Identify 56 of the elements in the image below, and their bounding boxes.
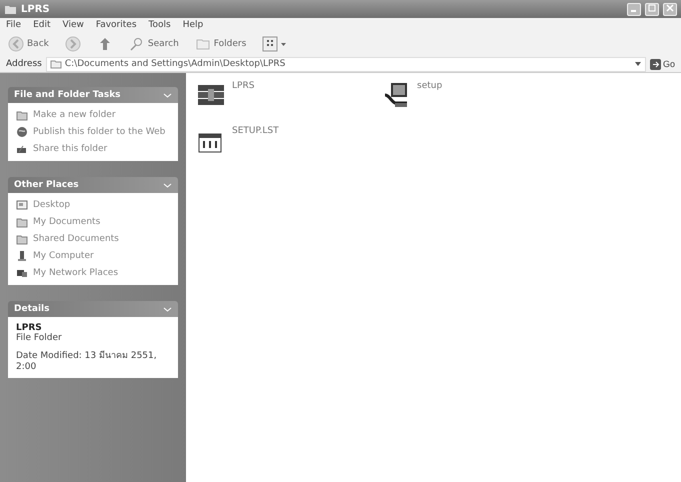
menu-item[interactable]: Edit	[33, 20, 50, 30]
file-name[interactable]: LPRS	[232, 81, 254, 91]
folders-button[interactable]: Folders	[194, 36, 246, 52]
menu-item[interactable]: Favorites	[96, 20, 137, 30]
minimize-button[interactable]	[627, 2, 641, 16]
panel-header[interactable]: Other Places	[8, 177, 178, 193]
go-button[interactable]: Go	[650, 58, 675, 70]
views-button[interactable]	[262, 36, 286, 52]
detail-type: File Folder	[16, 333, 63, 343]
task-link[interactable]: Publish this folder to the Web	[33, 126, 166, 137]
collapse-icon	[163, 90, 172, 100]
back-icon	[8, 36, 24, 52]
maximize-icon	[648, 4, 656, 12]
task-link[interactable]: Shared Documents	[33, 233, 119, 244]
task-link[interactable]: Share this folder	[33, 143, 108, 154]
folder-icon	[50, 59, 62, 69]
panel-title: File and Folder Tasks	[14, 90, 121, 100]
address-field[interactable]: C:\Documents and Settings\Admin\Desktop\LPRS	[46, 56, 646, 72]
task-link[interactable]: My Computer	[33, 250, 94, 261]
collapse-icon	[163, 304, 172, 314]
panel-header[interactable]: File and Folder Tasks	[8, 87, 178, 103]
file-name[interactable]: SETUP.LST	[232, 126, 279, 136]
task-link[interactable]: Make a new folder	[33, 109, 116, 120]
folder-icon	[4, 3, 17, 15]
panel-header[interactable]: Details	[8, 301, 178, 317]
dropdown-arrow-icon	[281, 42, 286, 46]
menu-item[interactable]: File	[6, 20, 22, 30]
folder-icon	[16, 233, 28, 245]
folder-icon	[16, 109, 28, 121]
panel-title: Details	[14, 304, 50, 314]
folder-icon	[16, 216, 28, 228]
go-arrow-icon	[650, 58, 661, 70]
maximize-button[interactable]	[645, 2, 659, 16]
file-name[interactable]: setup	[417, 81, 442, 91]
menu-item[interactable]: View	[62, 20, 84, 30]
task-link[interactable]: My Network Places	[33, 267, 118, 278]
views-icon	[262, 36, 278, 52]
window-title: LPRS	[21, 4, 51, 14]
menu-item[interactable]: Help	[182, 20, 204, 30]
back-button[interactable]: Back	[8, 36, 49, 52]
close-button[interactable]	[663, 2, 677, 16]
search-icon	[128, 36, 145, 52]
detail-date: Date Modified: 13 มีนาคม 2551, 2:00	[16, 350, 158, 372]
detail-name: LPRS	[16, 323, 43, 333]
task-link[interactable]: Desktop	[33, 199, 70, 210]
dropdown-arrow-icon	[634, 60, 642, 68]
panel-title: Other Places	[14, 180, 79, 190]
close-icon	[666, 4, 674, 12]
menu-item[interactable]: Tools	[148, 20, 171, 30]
forward-icon	[64, 36, 81, 52]
desktop-icon	[16, 199, 28, 211]
search-button[interactable]: Search	[128, 36, 179, 52]
forward-button[interactable]	[64, 36, 81, 52]
task-link[interactable]: My Documents	[33, 216, 100, 227]
address-label: Address	[6, 59, 42, 69]
collapse-icon	[163, 180, 172, 190]
